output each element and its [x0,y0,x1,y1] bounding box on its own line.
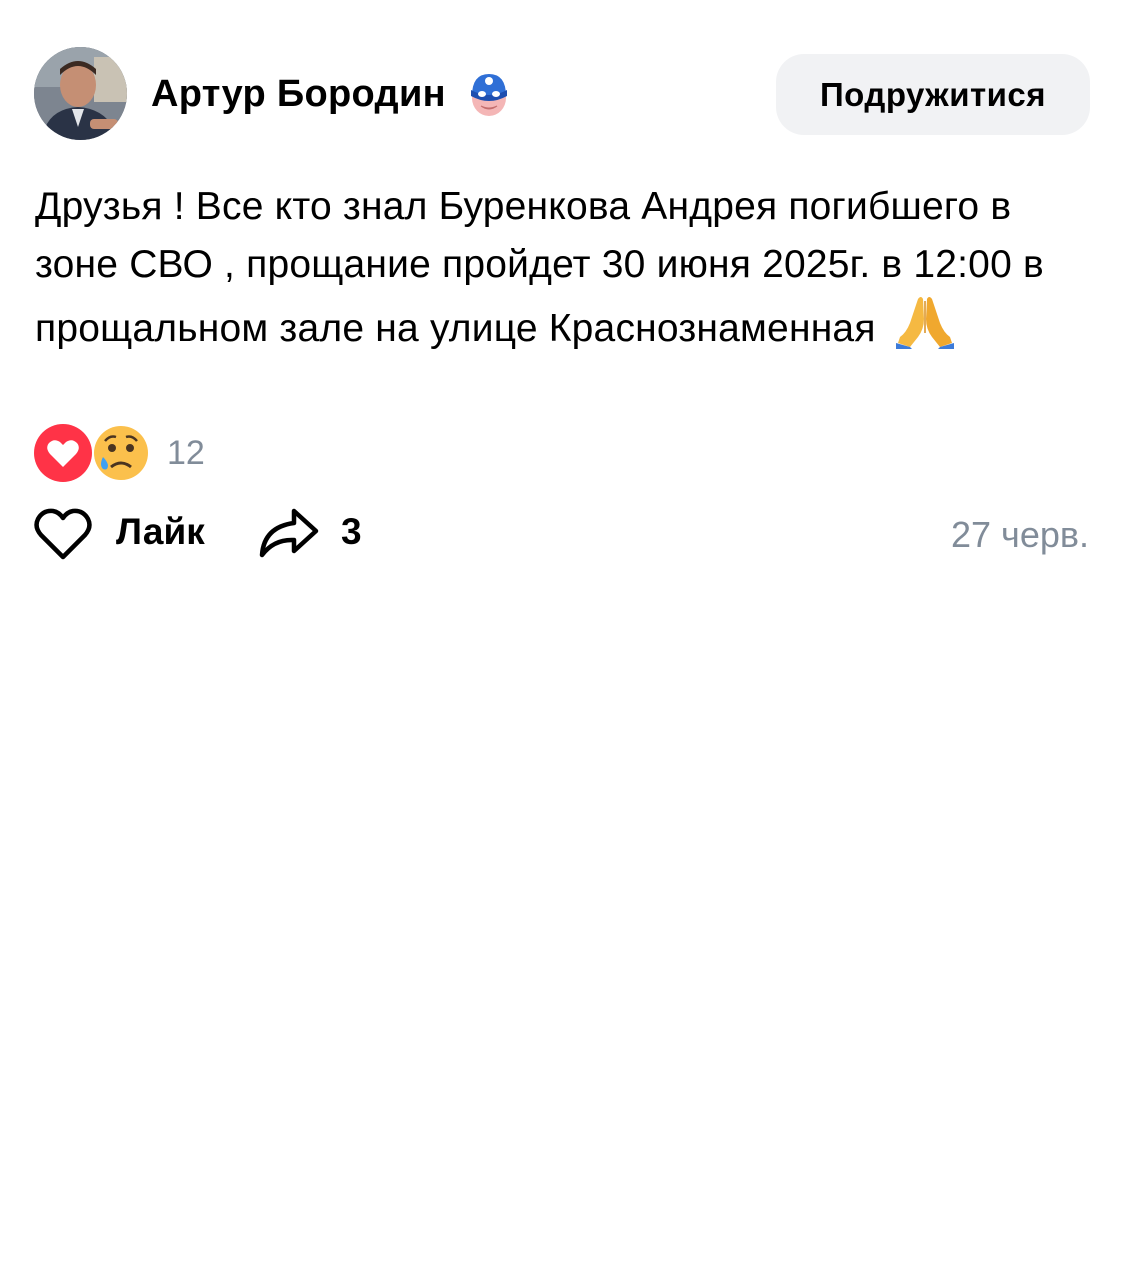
share-count: 3 [341,511,362,552]
share-button[interactable]: 3 [258,505,378,561]
author-avatar[interactable] [34,47,127,140]
reaction-count: 12 [167,434,205,472]
add-friend-button[interactable]: Подружитися [776,54,1090,135]
share-arrow-icon [258,505,320,559]
like-button[interactable]: Лайк [33,503,223,563]
heart-reaction-icon [33,423,93,483]
like-label: Лайк [116,511,205,552]
pray-hands-emoji-icon [895,293,954,349]
post-text: Друзья ! Все кто знал Буренкова Андрея п… [35,178,1095,358]
reactions-summary[interactable]: 12 [33,423,233,483]
masked-hero-emoji-icon [466,70,512,118]
post-card: Артур Бородин Подружитися Друзья ! Все к… [0,0,1125,1280]
author-name[interactable]: Артур Бородин [151,70,446,118]
avatar-photo [34,47,127,140]
heart-outline-icon [33,507,93,561]
sad-tear-reaction-icon [91,423,151,483]
post-date[interactable]: 27 черв. [951,512,1089,558]
